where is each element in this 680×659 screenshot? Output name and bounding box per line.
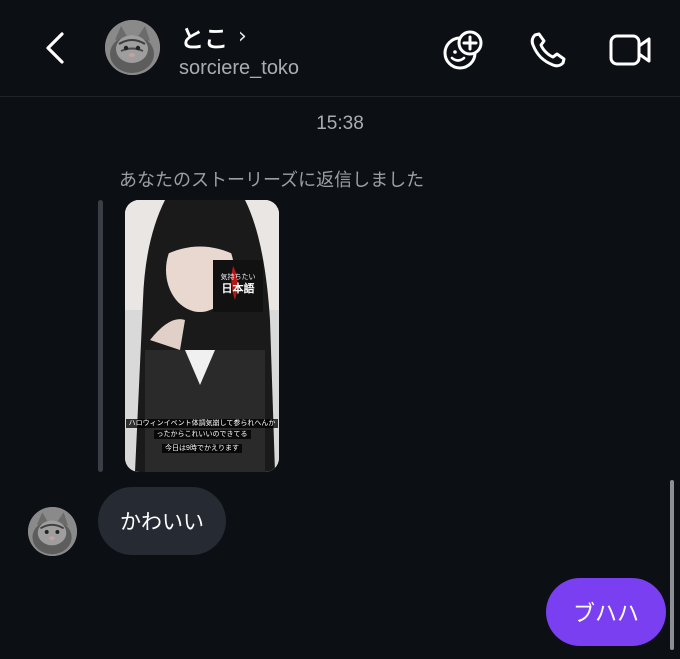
sender-avatar[interactable] <box>28 507 77 556</box>
story-preview[interactable]: 気持ちたい 日本語 ハロウィンイベント体調気崩して参られへんか ったからこれいい… <box>125 200 279 472</box>
reply-quote-bar <box>98 200 103 472</box>
video-camera-icon[interactable] <box>608 28 652 72</box>
sticker-line-1: 気持ちたい <box>221 272 256 281</box>
profile-avatar[interactable] <box>105 20 160 75</box>
story-caption-line-1: ハロウィンイベント体調気崩して参られへんか <box>125 418 279 428</box>
outgoing-message-text: ブハハ <box>572 602 639 627</box>
story-caption-line-3: 今日は9時でかえります <box>125 443 279 453</box>
story-caption-line-2: ったからこれいいのできてる <box>125 429 279 439</box>
chat-header: とこ › sorciere_toko <box>0 0 680 97</box>
message-timestamp: 15:38 <box>316 113 364 134</box>
back-icon[interactable] <box>38 30 74 66</box>
contact-name[interactable]: とこ › <box>180 19 247 54</box>
incoming-message-bubble[interactable]: かわいい <box>98 487 226 555</box>
outgoing-message-bubble[interactable]: ブハハ <box>546 578 666 646</box>
contact-display-name: とこ <box>180 25 228 53</box>
chevron-right-icon: › <box>238 24 247 49</box>
phone-icon[interactable] <box>526 28 570 72</box>
sticker-line-2: 日本語 <box>222 281 255 295</box>
add-reaction-icon[interactable] <box>441 28 485 72</box>
scrollbar[interactable] <box>670 480 674 650</box>
incoming-message-text: かわいい <box>120 510 204 534</box>
story-reply-note: あなたのストーリーズに返信しました <box>119 170 425 191</box>
contact-username: sorciere_toko <box>179 57 300 79</box>
